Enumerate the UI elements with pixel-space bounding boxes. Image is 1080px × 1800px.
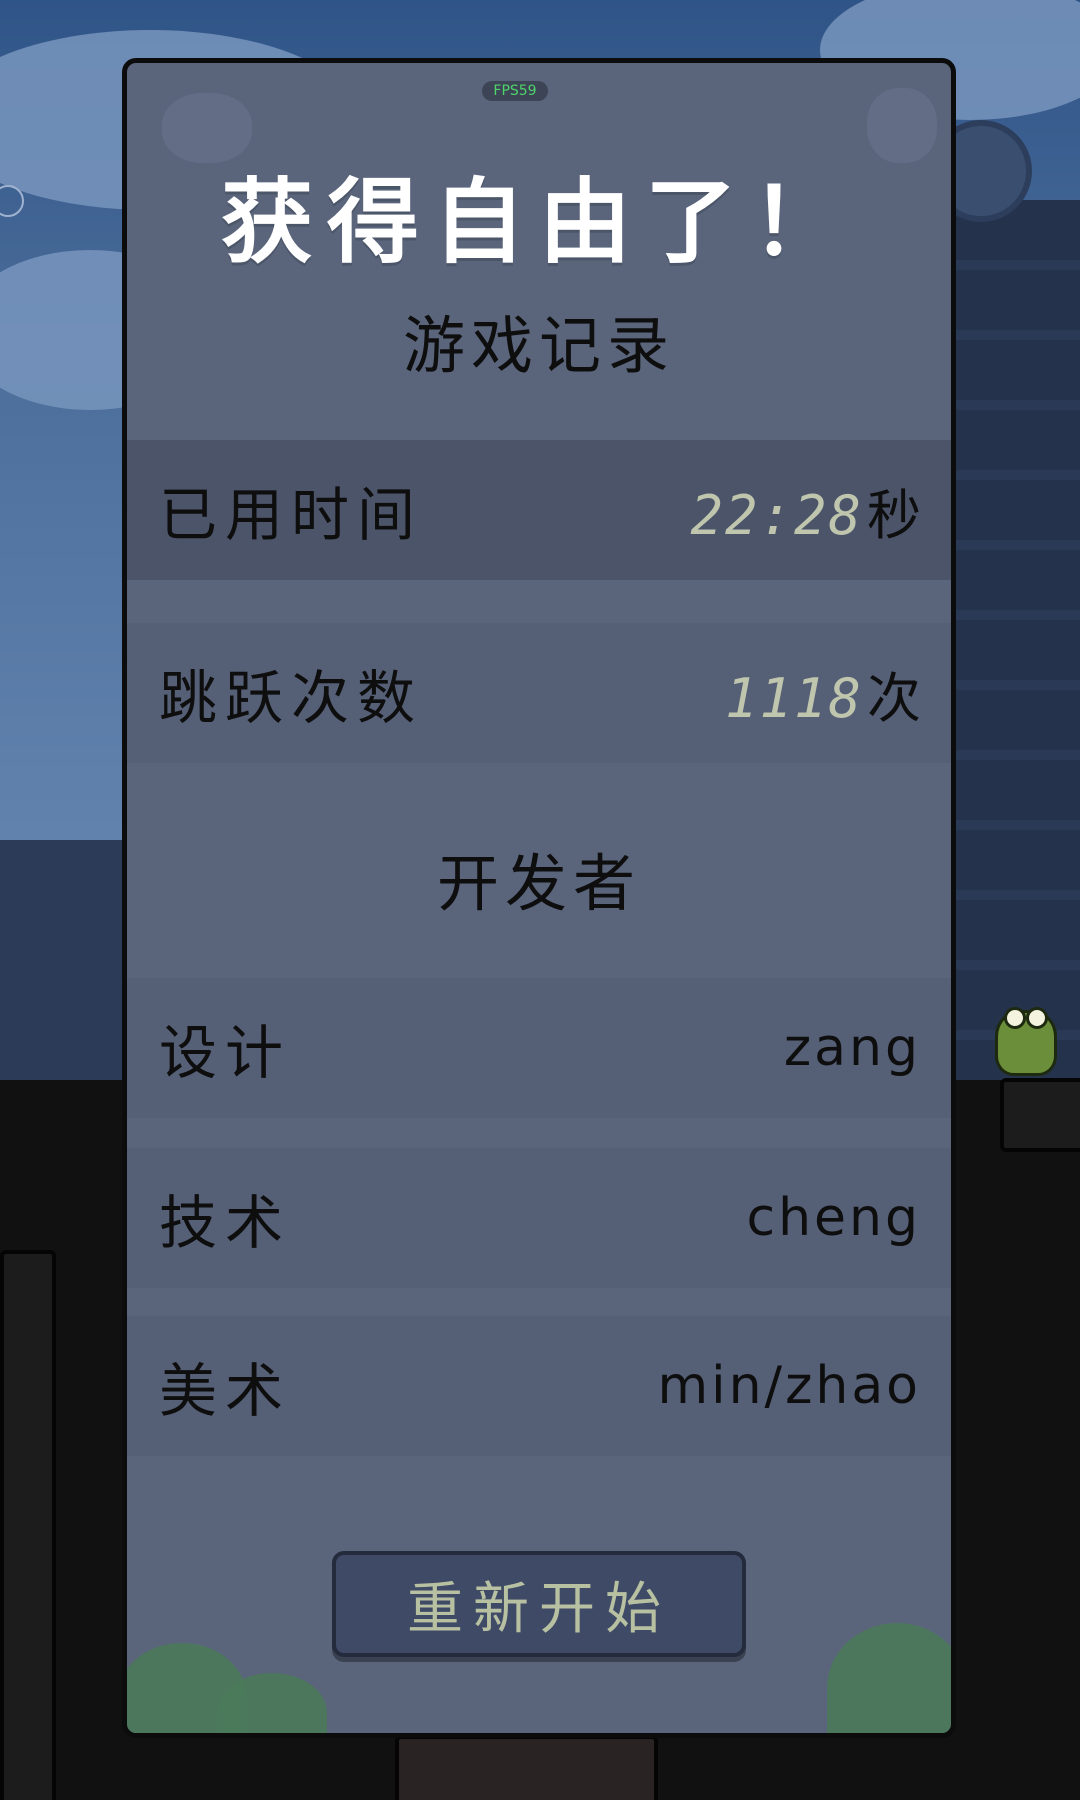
credit-role: 美术: [159, 1357, 292, 1425]
credit-name: min/zhao: [657, 1356, 921, 1416]
platform-block: [0, 1250, 56, 1800]
result-panel: FPS59 获得自由了！ 游戏记录 已用时间 22:28 秒 跳跃次数 1118…: [122, 58, 956, 1738]
credit-row-design: 设计 zang: [127, 978, 951, 1118]
credit-row-tech: 技术 cheng: [127, 1148, 951, 1288]
credit-name: cheng: [746, 1188, 921, 1248]
time-row: 已用时间 22:28 秒: [127, 440, 951, 580]
jumps-number: 1118: [724, 666, 863, 730]
developers-heading: 开发者: [436, 847, 641, 920]
platform-block: [395, 1735, 658, 1800]
time-label: 已用时间: [159, 481, 424, 549]
victory-title: 获得自由了！: [220, 169, 857, 276]
records-heading: 游戏记录: [402, 309, 675, 382]
time-value: 22:28 秒: [690, 471, 921, 550]
restart-button[interactable]: 重新开始: [332, 1551, 746, 1657]
credit-row-art: 美术 min/zhao: [127, 1316, 951, 1456]
time-number: 22:28: [690, 483, 863, 547]
fps-counter: FPS59: [482, 81, 548, 101]
frog-character-icon: [995, 1007, 1057, 1076]
platform-block: [1000, 1078, 1080, 1152]
jumps-label: 跳跃次数: [159, 664, 424, 732]
jumps-unit: 次: [867, 666, 921, 730]
credit-name: zang: [783, 1018, 921, 1078]
credit-role: 设计: [159, 1019, 292, 1087]
background-building: [940, 200, 1080, 1080]
bush-decoration: [827, 1623, 951, 1733]
bush-decoration: [217, 1673, 327, 1733]
time-unit: 秒: [867, 483, 921, 547]
jumps-value: 1118 次: [725, 654, 921, 733]
jumps-row: 跳跃次数 1118 次: [127, 623, 951, 763]
background-building: [0, 840, 130, 1080]
credit-role: 技术: [159, 1189, 292, 1257]
